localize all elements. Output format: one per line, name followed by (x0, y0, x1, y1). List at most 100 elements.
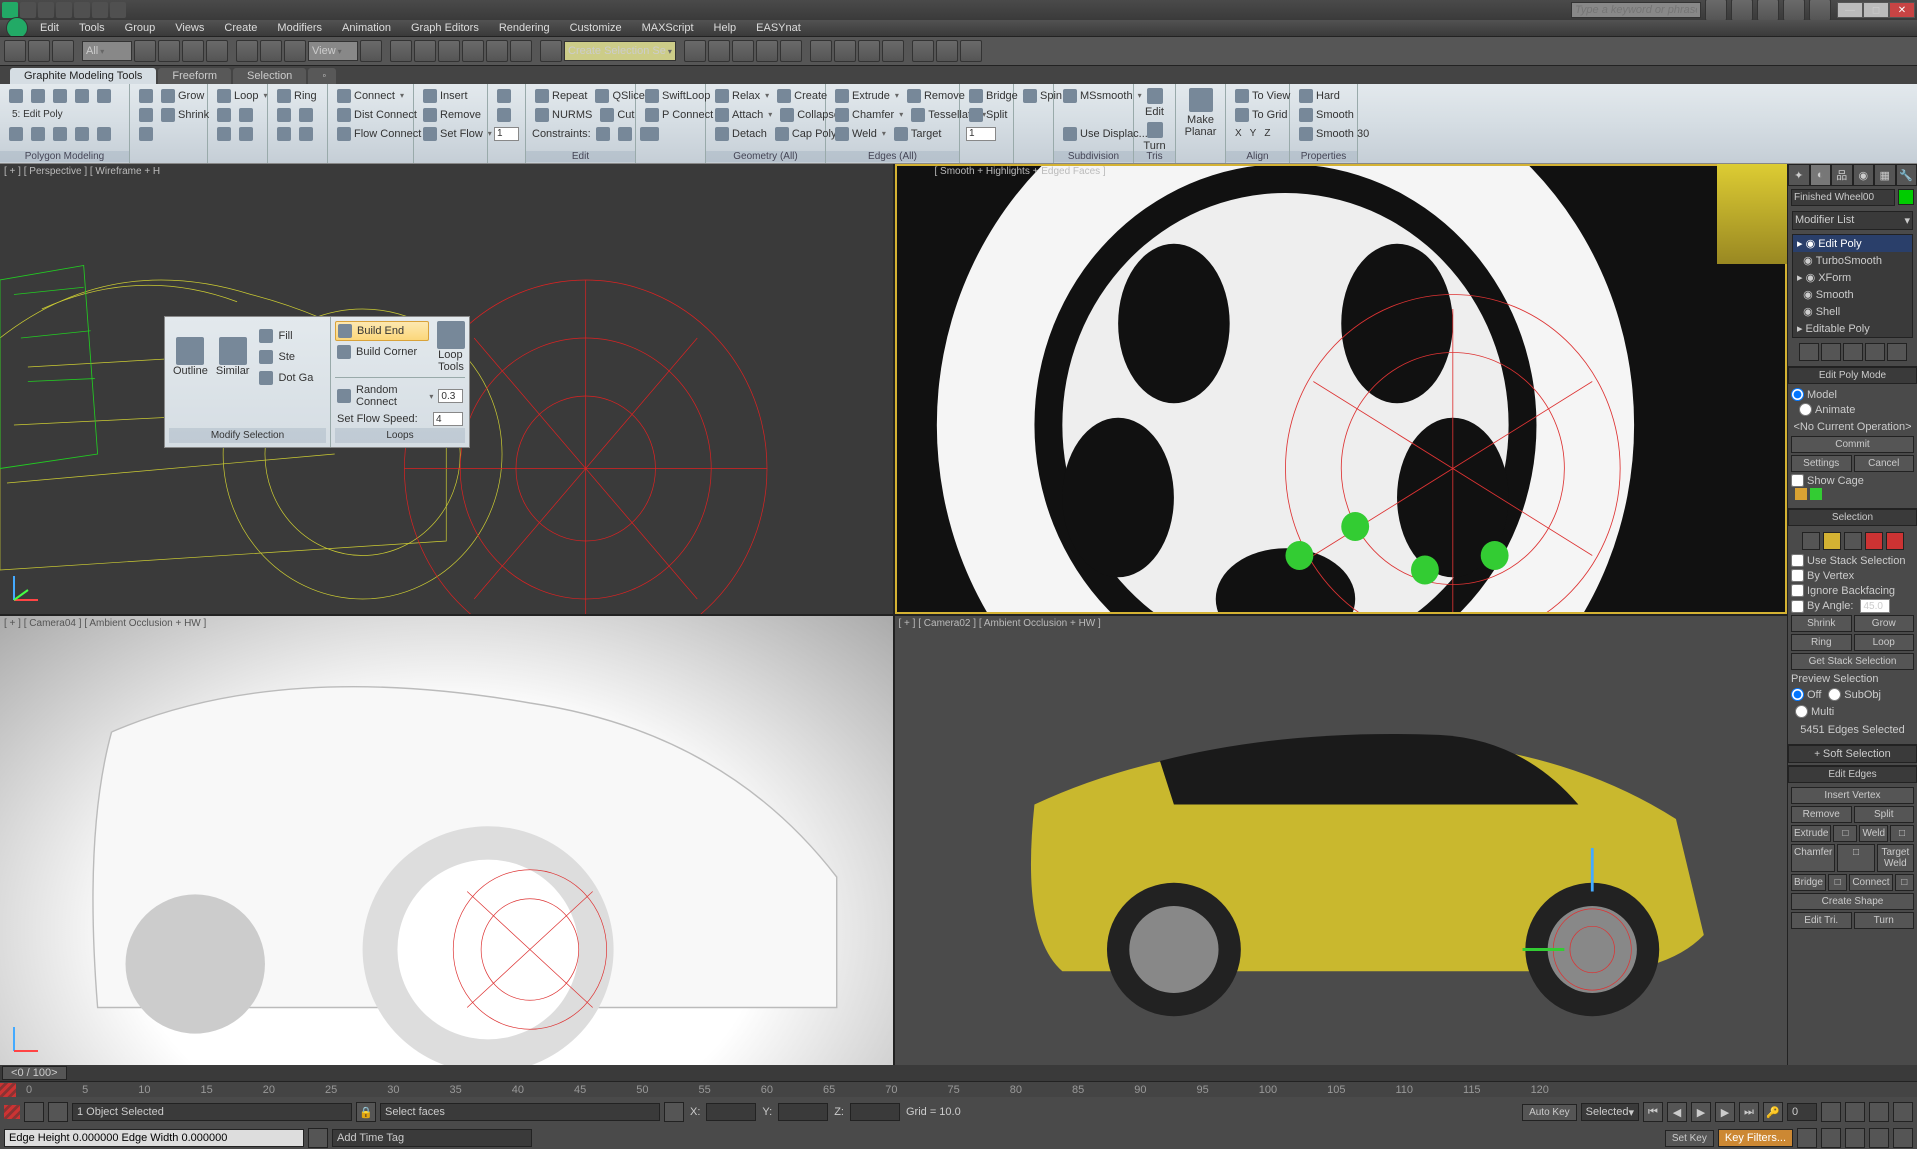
stack-editablepoly[interactable]: ▸ Editable Poly (1793, 320, 1912, 337)
object-color-swatch[interactable] (1898, 189, 1914, 205)
object-name-field[interactable]: Finished Wheel00 (1791, 189, 1895, 206)
chamfer-button[interactable]: Chamfer▾ (832, 107, 906, 123)
byvertex-checkbox[interactable]: By Vertex (1791, 568, 1914, 583)
undo-button[interactable] (4, 40, 26, 62)
commit-button[interactable]: Commit (1791, 436, 1914, 453)
app-icon[interactable] (2, 2, 18, 18)
create-button[interactable]: Create (774, 88, 830, 104)
viewport-camera04[interactable]: [ + ] [ Camera04 ] [ Ambient Occlusion +… (0, 616, 893, 1066)
menu-group[interactable]: Group (117, 22, 164, 34)
ribbon-tab-graphite[interactable]: Graphite Modeling Tools (10, 68, 156, 84)
nav-zoom-button[interactable] (1821, 1102, 1841, 1122)
targetweld-button[interactable]: Target Weld (1877, 844, 1914, 872)
time-slider[interactable]: < 0 / 100 > (2, 1066, 67, 1080)
remove2-button[interactable]: Remove (904, 88, 968, 104)
shrink-sel-button[interactable]: Shrink (1791, 615, 1852, 632)
grow-button[interactable]: Grow (158, 88, 207, 104)
usestack-checkbox[interactable]: Use Stack Selection (1791, 553, 1914, 568)
search-go-icon[interactable] (1705, 0, 1727, 21)
keyboard-shortcut-button[interactable] (414, 40, 436, 62)
named-selection-sets[interactable]: Create Selection Se▾ (564, 41, 676, 61)
time-config-button[interactable] (1797, 1128, 1817, 1148)
make-unique-button[interactable] (1843, 343, 1863, 361)
grow-sel-button[interactable]: Grow (1854, 615, 1915, 632)
ref-coord-system[interactable]: View▾ (308, 41, 358, 61)
ignoreback-checkbox[interactable]: Ignore Backfacing (1791, 583, 1914, 598)
extrude-button[interactable]: Extrude▾ (832, 88, 902, 104)
autokey-button[interactable]: Auto Key (1522, 1104, 1577, 1121)
menu-easynat[interactable]: EASYnat (748, 22, 809, 34)
select-rotate-button[interactable] (260, 40, 282, 62)
distconnect-button[interactable]: Dist Connect (334, 107, 420, 123)
menu-maxscript[interactable]: MAXScript (634, 22, 702, 34)
randomconnect-button[interactable]: Random Connect▾0.3 (335, 382, 465, 410)
current-frame-field[interactable]: 0 (1787, 1103, 1817, 1121)
nurms-button[interactable]: NURMS (532, 107, 595, 123)
redo-button[interactable] (28, 40, 50, 62)
step-button[interactable]: Ste (257, 348, 315, 366)
menu-create[interactable]: Create (216, 22, 265, 34)
nav-zoomext-button[interactable] (1869, 1102, 1889, 1122)
material-editor-button[interactable] (810, 40, 832, 62)
weld-button[interactable]: Weld▾ (832, 126, 889, 142)
loop-button[interactable]: Loop▾ (214, 88, 271, 104)
ribbon-tab-overflow[interactable]: ◦ (308, 68, 336, 84)
configure-button[interactable] (1887, 343, 1907, 361)
align-button[interactable] (708, 40, 730, 62)
swiftloop-button[interactable]: SwiftLoop (642, 88, 713, 104)
toview-button[interactable]: To View (1232, 88, 1293, 104)
menu-animation[interactable]: Animation (334, 22, 399, 34)
angle-snap-button[interactable] (462, 40, 484, 62)
viewport-label[interactable]: [ + ] [ Camera02 ] [ Ambient Occlusion +… (899, 618, 1101, 629)
time-ruler[interactable]: 0510152025303540455055606570758085909510… (16, 1082, 1917, 1097)
menu-edit[interactable]: Edit (32, 22, 67, 34)
split-button[interactable]: Split (966, 107, 1010, 123)
nav-orbit-button[interactable] (1845, 1128, 1865, 1148)
menu-help[interactable]: Help (706, 22, 745, 34)
edit-named-sel-button[interactable] (540, 40, 562, 62)
ribbon-tab-selection[interactable]: Selection (233, 68, 306, 84)
looptools-button[interactable]: Loop Tools (437, 321, 465, 373)
manipulate-button[interactable] (390, 40, 412, 62)
settings-button[interactable]: Settings (1791, 455, 1852, 472)
detach-button[interactable]: Detach (712, 126, 770, 142)
star-icon[interactable] (1757, 0, 1779, 21)
maximize-button[interactable]: ◻ (1863, 2, 1889, 18)
nav-maximize-button[interactable] (1869, 1128, 1889, 1148)
search-input[interactable] (1571, 2, 1701, 18)
extra3-button[interactable] (960, 40, 982, 62)
viewport-shaded[interactable]: [ Smooth + Highlights + Edged Faces ] (895, 164, 1788, 614)
qat-new[interactable] (20, 2, 36, 18)
cancel-button[interactable]: Cancel (1854, 455, 1915, 472)
extrude-edge-button[interactable]: Extrude (1791, 825, 1831, 842)
makeplanar-button[interactable]: Make Planar (1182, 86, 1219, 140)
x-coord-field[interactable] (706, 1103, 756, 1121)
smooth30-button[interactable]: Smooth 30 (1296, 126, 1372, 142)
display-tab[interactable]: ▦ (1874, 164, 1896, 186)
togrid-button[interactable]: To Grid (1232, 107, 1290, 123)
connect-edge-button[interactable]: Connect (1849, 874, 1892, 891)
menu-tools[interactable]: Tools (71, 22, 113, 34)
ribbon-tab-freeform[interactable]: Freeform (158, 68, 231, 84)
vertex-subobj-icon[interactable] (1802, 532, 1820, 550)
repeat-button[interactable]: Repeat (532, 88, 590, 104)
x-button[interactable]: X (1232, 127, 1245, 140)
preview-subobj-radio[interactable]: SubObj (1828, 687, 1881, 702)
extra2-button[interactable] (936, 40, 958, 62)
render-setup-button[interactable] (834, 40, 856, 62)
qat-undo[interactable] (74, 2, 90, 18)
stack-xform[interactable]: ▸ ◉ XForm (1793, 269, 1912, 286)
qat-redo[interactable] (92, 2, 108, 18)
weld-edge-button[interactable]: Weld (1859, 825, 1888, 842)
close-button[interactable]: ✕ (1889, 2, 1915, 18)
rollout-selection[interactable]: Selection (1788, 509, 1917, 526)
extra1-button[interactable] (912, 40, 934, 62)
viewport-camera02[interactable]: [ + ] [ Camera02 ] [ Ambient Occlusion +… (895, 616, 1788, 1066)
preview-multi-radio[interactable]: Multi (1795, 704, 1834, 719)
minimize-button[interactable]: — (1837, 2, 1863, 18)
dotgap-button[interactable]: Dot Ga (257, 369, 315, 387)
segments-spinner[interactable]: 1 (494, 127, 519, 141)
select-scale-button[interactable] (284, 40, 306, 62)
pin-stack-button[interactable] (1799, 343, 1819, 361)
remove-edge-button[interactable]: Remove (1791, 806, 1852, 823)
